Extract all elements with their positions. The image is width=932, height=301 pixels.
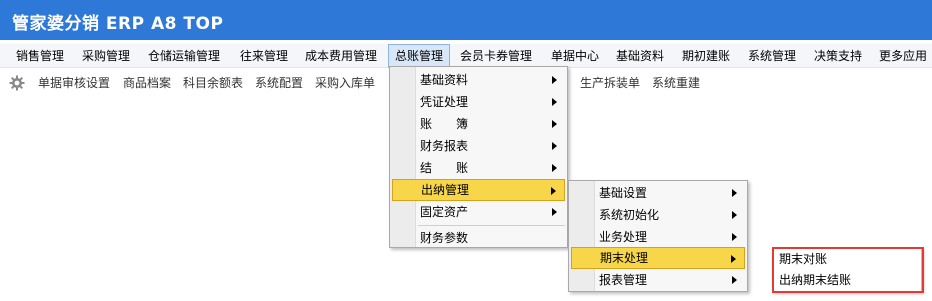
menu-cost-expense[interactable]: 成本费用管理 xyxy=(299,44,383,68)
submenu-arrow-icon xyxy=(552,120,557,128)
menu-item-label: 业务处理 xyxy=(599,230,648,244)
menu-opening-setup[interactable]: 期初建账 xyxy=(676,44,736,68)
menu-purchase[interactable]: 采购管理 xyxy=(76,44,136,68)
menu-item-label: 基础资料 xyxy=(420,73,469,87)
cashier-submenu: 基础设置 系统初始化 业务处理 期末处理 报表管理 xyxy=(568,180,748,292)
menu-item-label: 账 簿 xyxy=(420,117,469,131)
menu-sales[interactable]: 销售管理 xyxy=(10,44,70,68)
app-title: 管家婆分销 ERP A8 TOP xyxy=(12,14,224,34)
toolbar-production-assembly[interactable]: 生产拆装单 xyxy=(580,75,640,91)
menu-item-label: 出纳管理 xyxy=(421,183,470,197)
submenu-arrow-icon xyxy=(732,211,737,219)
submenu-arrow-icon xyxy=(552,142,557,150)
menu-basic-data[interactable]: 基础资料 xyxy=(610,44,670,68)
submenu-arrow-icon xyxy=(552,76,557,84)
menu-item-report-management[interactable]: 报表管理 xyxy=(571,269,745,291)
menu-member-cards[interactable]: 会员卡券管理 xyxy=(454,44,538,68)
menu-item-label: 期末处理 xyxy=(600,251,649,265)
toolbar-product-archive[interactable]: 商品档案 xyxy=(123,75,171,91)
menu-separator xyxy=(418,225,565,226)
menu-more-apps[interactable]: 更多应用 xyxy=(873,44,932,68)
menu-item-basic-settings[interactable]: 基础设置 xyxy=(571,182,745,204)
menu-item-label: 财务参数 xyxy=(420,231,469,245)
submenu-arrow-icon xyxy=(552,164,557,172)
menu-item-fixed-assets[interactable]: 固定资产 xyxy=(392,201,565,223)
menu-item-label: 财务报表 xyxy=(420,139,469,153)
menu-item-label: 凭证处理 xyxy=(420,95,469,109)
menu-document-center[interactable]: 单据中心 xyxy=(545,44,605,68)
menu-item-basic-data[interactable]: 基础资料 xyxy=(392,69,565,91)
menu-item-financial-reports[interactable]: 财务报表 xyxy=(392,135,565,157)
menu-item-label: 报表管理 xyxy=(599,273,648,287)
menu-item-label: 基础设置 xyxy=(599,186,648,200)
submenu-arrow-icon xyxy=(731,255,736,263)
menu-item-cashier-management[interactable]: 出纳管理 xyxy=(392,179,565,201)
menu-item-period-end[interactable]: 期末处理 xyxy=(571,247,745,269)
menu-item-closing[interactable]: 结 账 xyxy=(392,157,565,179)
menu-item-voucher[interactable]: 凭证处理 xyxy=(392,91,565,113)
menu-item-label: 固定资产 xyxy=(420,205,469,219)
toolbar-system-config[interactable]: 系统配置 xyxy=(255,75,303,91)
submenu-arrow-icon xyxy=(552,98,557,106)
toolbar-account-balance[interactable]: 科目余额表 xyxy=(183,75,243,91)
submenu-arrow-icon xyxy=(732,276,737,284)
toolbar-doc-audit-settings[interactable]: 单据审核设置 xyxy=(38,75,110,91)
annotation-highlight-box xyxy=(772,247,924,293)
menu-item-business-processing[interactable]: 业务处理 xyxy=(571,226,745,248)
menu-item-ledger-books[interactable]: 账 簿 xyxy=(392,113,565,135)
general-ledger-dropdown: 基础资料 凭证处理 账 簿 财务报表 结 账 出纳管理 固定资产 财务参数 xyxy=(389,66,568,248)
submenu-arrow-icon xyxy=(732,189,737,197)
menu-item-financial-params[interactable]: 财务参数 xyxy=(392,227,565,249)
main-menubar: 销售管理 采购管理 仓储运输管理 往来管理 成本费用管理 总账管理 会员卡券管理… xyxy=(0,44,932,68)
menu-item-label: 系统初始化 xyxy=(599,208,660,222)
menu-decision-support[interactable]: 决策支持 xyxy=(808,44,868,68)
submenu-arrow-icon xyxy=(732,233,737,241)
submenu-arrow-icon xyxy=(552,208,557,216)
menu-warehouse-transport[interactable]: 仓储运输管理 xyxy=(142,44,226,68)
menu-item-system-init[interactable]: 系统初始化 xyxy=(571,204,745,226)
menu-item-label: 结 账 xyxy=(420,161,469,175)
menu-accounts[interactable]: 往来管理 xyxy=(234,44,294,68)
toolbar-system-rebuild[interactable]: 系统重建 xyxy=(652,75,700,91)
submenu-arrow-icon xyxy=(551,187,556,195)
toolbar-purchase-receipt[interactable]: 采购入库单 xyxy=(315,75,375,91)
menu-general-ledger[interactable]: 总账管理 xyxy=(388,44,451,68)
menu-system-management[interactable]: 系统管理 xyxy=(742,44,802,68)
gear-icon[interactable] xyxy=(9,75,25,91)
title-bar: 管家婆分销 ERP A8 TOP xyxy=(0,0,932,40)
